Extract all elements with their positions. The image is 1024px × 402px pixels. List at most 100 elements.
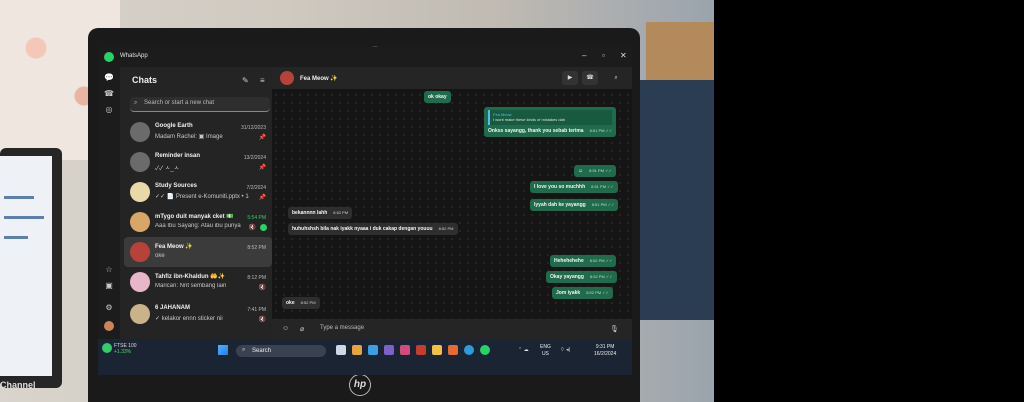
chat-list-item-active[interactable]: Fea Meow ✨ oke 8:52 PM (124, 237, 272, 267)
calls-icon[interactable]: ☎ (104, 89, 114, 99)
contact-name[interactable]: Fea Meow ✨ (300, 75, 338, 82)
windows-taskbar: FTSE 100 +1.33% ⌕ Search ⌃ ☁ ENG US ⌔ ◂) … (98, 339, 632, 375)
stocks-widget-value: +1.33% (114, 349, 132, 355)
whatsapp-taskbar-icon[interactable] (480, 345, 490, 355)
search-placeholder: Search or start a new chat (144, 100, 215, 106)
message-bubble-out[interactable]: Jom iyakk 8:52 PM ✓✓ (552, 287, 613, 299)
search-icon: ⌕ (134, 100, 138, 106)
avatar (130, 272, 150, 292)
emoji-icon[interactable]: ☺ (282, 325, 289, 332)
contact-avatar[interactable] (280, 71, 294, 85)
chat-time: 31/12/2023 (240, 125, 266, 131)
search-input[interactable]: ⌕ Search or start a new chat (130, 97, 270, 112)
app-icon[interactable] (416, 345, 426, 355)
status-icon[interactable]: ◎ (104, 105, 114, 115)
chat-time: 7/2/2024 (246, 185, 266, 191)
tablet-text-line (4, 236, 28, 239)
conversation-pane: Fea Meow ✨ ▶ ☎ ⌕ ok okay Fea Meow I wont … (272, 67, 632, 339)
task-view-icon[interactable] (336, 345, 346, 355)
message-text: ok okay (428, 94, 447, 100)
avatar (130, 212, 150, 232)
new-chat-icon[interactable]: ✎ (242, 76, 249, 85)
chat-time: 5:54 PM (247, 215, 266, 221)
photo: Channel hp WhatsApp – ▫ ✕ 💬 ☎ ◎ ☆ ▣ ⚙ Ch… (0, 0, 714, 402)
chat-list-item[interactable]: mTygo duit manyak cket 💵 Aaa Ibu Sayang:… (124, 207, 272, 237)
message-bubble-out[interactable]: ☺ 8:51 PM ✓✓ (574, 165, 616, 177)
quoted-message[interactable]: Fea Meow I wont make these kinds of mista… (488, 110, 613, 125)
minimize-button[interactable]: – (582, 51, 586, 60)
message-bubble-out[interactable]: Okay yayangg 8:52 PM ✓✓ (546, 271, 617, 283)
voice-call-icon[interactable]: ☎ (582, 71, 598, 85)
chat-preview: ✓ kelakor ennn sticker nii (155, 316, 223, 322)
microphone-icon[interactable]: 🎙 (610, 325, 619, 333)
edge-icon[interactable] (368, 345, 378, 355)
archive-icon[interactable]: ▣ (104, 281, 114, 291)
powerpoint-icon[interactable] (448, 345, 458, 355)
settings-gear-icon[interactable]: ⚙ (104, 303, 114, 313)
laptop-screen: WhatsApp – ▫ ✕ 💬 ☎ ◎ ☆ ▣ ⚙ Chats ✎ ≡ ⌕ S… (98, 47, 632, 375)
message-time: 8:52 PM (300, 300, 316, 305)
tablet-screen (0, 156, 52, 376)
message-bubble-out[interactable]: ok okay (424, 91, 451, 103)
lang-line1: ENG (540, 344, 551, 350)
message-bubble-out[interactable]: Iyyah dah ke yayangg 8:51 PM ✓✓ (530, 199, 619, 211)
search-icon[interactable]: ⌕ (608, 71, 624, 85)
tray-icons[interactable]: ⌃ ☁ (518, 347, 529, 353)
clock[interactable]: 9:31 PM 16/2/2024 (594, 344, 616, 358)
avatar (130, 304, 150, 324)
chat-list-item[interactable]: Study Sources ✓✓ 📄 Present e-Komuniti.pp… (124, 177, 272, 207)
tablet-text-line (4, 216, 44, 219)
search-icon: ⌕ (242, 347, 246, 353)
chat-list-item[interactable]: Tahfiz ibn-Khaldun 🤲✨ Marican: Nnt semba… (124, 267, 272, 297)
message-text: huhuhshsh bila nak iyakk nyaaa i duk cak… (292, 226, 433, 232)
message-bubble-out[interactable]: I love you so muchhh 8:51 PM ✓✓ (530, 181, 618, 193)
premiere-icon[interactable] (400, 345, 410, 355)
chrome-icon[interactable] (464, 345, 474, 355)
chat-list-item[interactable]: Google Earth Madam Rachel: ▣ Image 31/12… (124, 117, 272, 147)
close-button[interactable]: ✕ (620, 51, 627, 60)
message-bubble-out[interactable]: Fea Meow I wont make these kinds of mista… (484, 107, 617, 137)
chat-time: 8:52 PM (247, 245, 266, 251)
chat-name: Study Sources (155, 183, 198, 189)
message-text: bekannnn lahh (292, 210, 328, 216)
pin-icon: 📌 (258, 195, 266, 201)
conversation-header: Fea Meow ✨ ▶ ☎ ⌕ (272, 67, 632, 89)
quoted-text: I wont make these kinds of mistakes dah (493, 117, 566, 122)
message-bubble-in[interactable]: huhuhshsh bila nak iyakk nyaaa i duk cak… (288, 223, 458, 235)
filter-icon[interactable]: ≡ (260, 76, 265, 85)
file-explorer-icon[interactable] (352, 345, 362, 355)
message-time: 8:51 PM ✓✓ (589, 128, 613, 133)
message-text: ☺ (578, 168, 584, 174)
attach-icon[interactable]: ⌀ (300, 325, 304, 333)
clock-time: 9:31 PM (595, 344, 615, 350)
starred-icon[interactable]: ☆ (104, 265, 114, 275)
stocks-widget-icon[interactable] (102, 343, 112, 353)
message-bubble-out[interactable]: Hehehehehe 8:52 PM ✓✓ (550, 255, 617, 267)
chats-icon[interactable]: 💬 (104, 73, 114, 83)
taskbar-search[interactable]: ⌕ Search (236, 345, 326, 357)
teams-icon[interactable] (384, 345, 394, 355)
message-bubble-in[interactable]: oke 8:52 PM (282, 297, 320, 309)
mute-icon: 🔇 (248, 225, 256, 231)
wifi-sound-icons[interactable]: ⌔ ◂) (560, 347, 570, 353)
chat-list-item[interactable]: 6 JAHANAM ✓ kelakor ennn sticker nii 7:4… (124, 299, 272, 329)
lang-line2: US (541, 351, 549, 357)
message-time: 8:52 PM (333, 210, 349, 215)
message-bubble-in[interactable]: bekannnn lahh 8:52 PM (288, 207, 353, 219)
video-call-icon[interactable]: ▶ (562, 71, 578, 85)
message-text: Onkss sayangg, thank you sebab terima (488, 128, 584, 134)
chat-preview: oke (155, 253, 165, 259)
language-indicator[interactable]: ENG US (540, 344, 551, 358)
message-input[interactable]: Type a message (320, 325, 364, 331)
chats-title: Chats (132, 75, 158, 85)
maximize-button[interactable]: ▫ (602, 51, 605, 60)
chat-list-item[interactable]: Reminder insan ✓✓ ㅅ_ㅅ 13/2/2024 📌 (124, 147, 272, 177)
windows-start-icon[interactable] (218, 345, 228, 355)
message-text: I love you so muchhh (534, 184, 586, 190)
profile-avatar[interactable] (104, 321, 114, 331)
nav-rail: 💬 ☎ ◎ ☆ ▣ ⚙ (98, 67, 120, 339)
message-time: 8:52 PM ✓✓ (586, 290, 609, 295)
folder-icon[interactable] (432, 345, 442, 355)
chat-preview: Aaa Ibu Sayang: Atau ibu punya (155, 223, 241, 229)
message-time: 8:52 PM ✓✓ (589, 274, 613, 279)
